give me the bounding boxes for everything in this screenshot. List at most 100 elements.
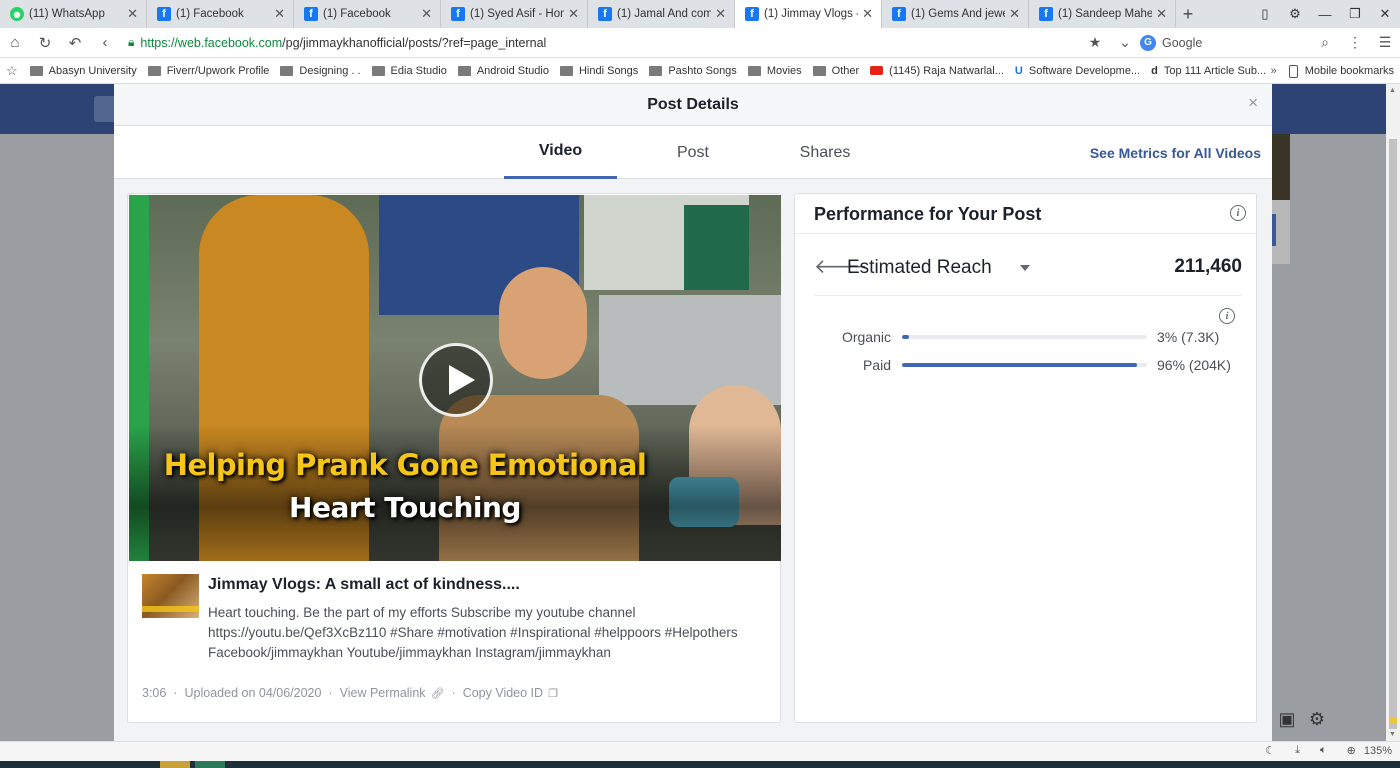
tab-post[interactable]: Post <box>648 126 738 179</box>
close-tab-icon[interactable]: ✕ <box>274 6 285 22</box>
mobile-bookmarks-link[interactable]: Mobile bookmarks <box>1305 65 1394 77</box>
chevron-down-icon[interactable]: ⌄ <box>1110 34 1140 51</box>
taskbar-app[interactable] <box>160 761 190 768</box>
play-icon[interactable] <box>419 343 493 417</box>
close-tab-icon[interactable]: ✕ <box>127 6 138 22</box>
zoom-level[interactable]: 135% <box>1364 745 1392 757</box>
bookmark-star-icon[interactable]: ☆ <box>6 63 18 79</box>
organic-bar-fill <box>902 335 910 339</box>
hamburger-menu-icon[interactable]: ☰ <box>1370 34 1400 51</box>
video-title: Jimmay Vlogs: A small act of kindness...… <box>208 576 520 593</box>
copy-video-id-link[interactable]: Copy Video ID <box>463 686 543 700</box>
mobile-icon <box>1288 64 1298 78</box>
minimize-button[interactable]: — <box>1310 7 1340 22</box>
scrollbar-thumb[interactable] <box>1389 139 1397 729</box>
page-scrollbar[interactable]: ▲ ▼ <box>1386 84 1400 741</box>
bookmark-star-icon[interactable]: ★ <box>1080 34 1110 51</box>
reload-icon[interactable]: ↻ <box>30 34 60 52</box>
facebook-logo-icon <box>94 96 116 122</box>
undo-icon[interactable]: ↶ <box>60 34 90 52</box>
search-engine-box[interactable]: G Google <box>1140 34 1310 51</box>
copy-icon: ❐ <box>548 687 558 700</box>
zoom-icon[interactable]: ⊕ <box>1347 744 1356 757</box>
maximize-button[interactable]: ❐ <box>1340 6 1370 22</box>
bookmark-link[interactable]: d Top 111 Article Sub... <box>1151 65 1266 77</box>
close-tab-icon[interactable]: ✕ <box>1009 6 1020 22</box>
taskbar-app[interactable] <box>195 761 225 768</box>
bookmark-folder[interactable]: Android Studio <box>457 65 549 77</box>
info-icon[interactable]: i <box>1230 205 1246 221</box>
video-description: Heart touching. Be the part of my effort… <box>208 603 768 663</box>
bookmark-folder[interactable]: Other <box>812 65 859 77</box>
more-menu-icon[interactable]: ⋮ <box>1340 34 1370 51</box>
bookmark-link[interactable]: U Software Developme... <box>1015 65 1140 77</box>
tab-list-icon[interactable]: ▯ <box>1250 6 1280 22</box>
more-bookmarks-button[interactable]: » <box>1271 65 1277 77</box>
paid-row: Paid 96% (204K) <box>814 355 1242 375</box>
bookmark-folder[interactable]: Hindi Songs <box>559 65 638 77</box>
bar-track <box>902 363 1147 367</box>
search-icon[interactable]: ⌕ <box>1310 34 1340 51</box>
browser-menu: ⌕ ⋮ ☰ <box>1310 34 1400 51</box>
info-icon[interactable]: i <box>1219 308 1235 324</box>
caret-down-icon[interactable] <box>1020 265 1030 271</box>
close-tab-icon[interactable]: ✕ <box>862 6 873 22</box>
browser-tab[interactable]: ◉ (11) WhatsApp ✕ <box>0 0 147 28</box>
url-field[interactable]: 🔒︎ https://web.facebook.com/pg/jimmaykha… <box>128 35 1080 50</box>
bookmark-folder[interactable]: Abasyn University <box>29 65 137 77</box>
download-icon[interactable]: ⤓ <box>1295 744 1300 757</box>
performance-header: Performance for Your Post i <box>795 194 1256 234</box>
browser-tab[interactable]: f (1) Jamal And comp ✕ <box>588 0 735 28</box>
address-actions: ★ ⌄ <box>1080 34 1140 51</box>
video-overlay-subtitle: Heart Touching <box>289 491 521 524</box>
scroll-up-icon[interactable]: ▲ <box>1389 87 1396 94</box>
tab-video[interactable]: Video <box>504 126 617 179</box>
performance-card: Performance for Your Post i 🡐︎ Estimated… <box>794 193 1257 723</box>
video-card: Helping Prank Gone Emotional Heart Touch… <box>127 193 781 723</box>
close-tab-icon[interactable]: ✕ <box>421 6 432 22</box>
new-tab-button[interactable]: + <box>1176 0 1200 28</box>
back-icon[interactable]: ‹ <box>90 34 120 51</box>
video-duration: 3:06 <box>142 686 167 700</box>
browser-tab[interactable]: f(1) Sandeep Mahesh✕ <box>1029 0 1176 28</box>
video-player[interactable]: Helping Prank Gone Emotional Heart Touch… <box>129 195 781 561</box>
bookmark-folder[interactable]: Pashto Songs <box>649 65 737 77</box>
volume-icon[interactable]: 🔈︎ <box>1320 744 1327 757</box>
close-icon[interactable]: × <box>1248 93 1258 113</box>
night-mode-icon[interactable]: ☾ <box>1265 744 1275 757</box>
close-tab-icon[interactable]: ✕ <box>1156 6 1167 22</box>
close-window-button[interactable]: ✕ <box>1370 6 1400 22</box>
bookmark-folder[interactable]: Edia Studio <box>371 65 447 77</box>
video-child-face <box>499 267 587 379</box>
video-thumbnail[interactable] <box>142 574 199 618</box>
page-sidebar-peek <box>1270 134 1290 264</box>
tab-shares[interactable]: Shares <box>779 126 871 179</box>
close-tab-icon[interactable]: ✕ <box>568 6 579 22</box>
paid-bar-fill <box>902 363 1138 367</box>
extension-icon[interactable]: ⚙ <box>1280 6 1310 22</box>
video-call-icon[interactable]: ▣ <box>1272 704 1302 734</box>
metric-selector[interactable]: Estimated Reach <box>847 257 992 279</box>
browser-tab[interactable]: f(1) Syed Asif - Home✕ <box>441 0 588 28</box>
bookmark-link[interactable]: (1145) Raja Natwarlal... <box>870 65 1004 77</box>
browser-tab[interactable]: f (1) Facebook ✕ <box>147 0 294 28</box>
bookmark-folder[interactable]: Movies <box>747 65 802 77</box>
modal-title: Post Details <box>647 95 739 113</box>
browser-tab-active[interactable]: f(1) Jimmay Vlogs - P✕ <box>735 0 882 28</box>
bookmark-folder[interactable]: Designing . . <box>280 65 361 77</box>
home-icon[interactable]: ⌂ <box>0 34 30 51</box>
status-bar-controls: ☾ ⤓ 🔈︎ ⊕ 135% <box>1245 744 1392 757</box>
bookmark-folder[interactable]: Fiverr/Upwork Profile <box>147 65 269 77</box>
site-logo-icon: d <box>1151 64 1158 77</box>
google-icon: G <box>1140 34 1156 51</box>
settings-gear-icon[interactable]: ⚙ <box>1302 704 1332 734</box>
bookmarks-right: » Mobile bookmarks <box>1271 58 1394 84</box>
scroll-down-icon[interactable]: ▼ <box>1389 731 1396 738</box>
browser-tab[interactable]: f(1) Gems And jewels✕ <box>882 0 1029 28</box>
search-engine-label: Google <box>1162 35 1203 50</box>
browser-tab[interactable]: f (1) Facebook ✕ <box>294 0 441 28</box>
close-tab-icon[interactable]: ✕ <box>715 6 726 22</box>
facebook-icon: f <box>892 7 906 21</box>
view-permalink-link[interactable]: View Permalink <box>340 686 426 700</box>
see-metrics-link[interactable]: See Metrics for All Videos <box>1090 145 1261 161</box>
